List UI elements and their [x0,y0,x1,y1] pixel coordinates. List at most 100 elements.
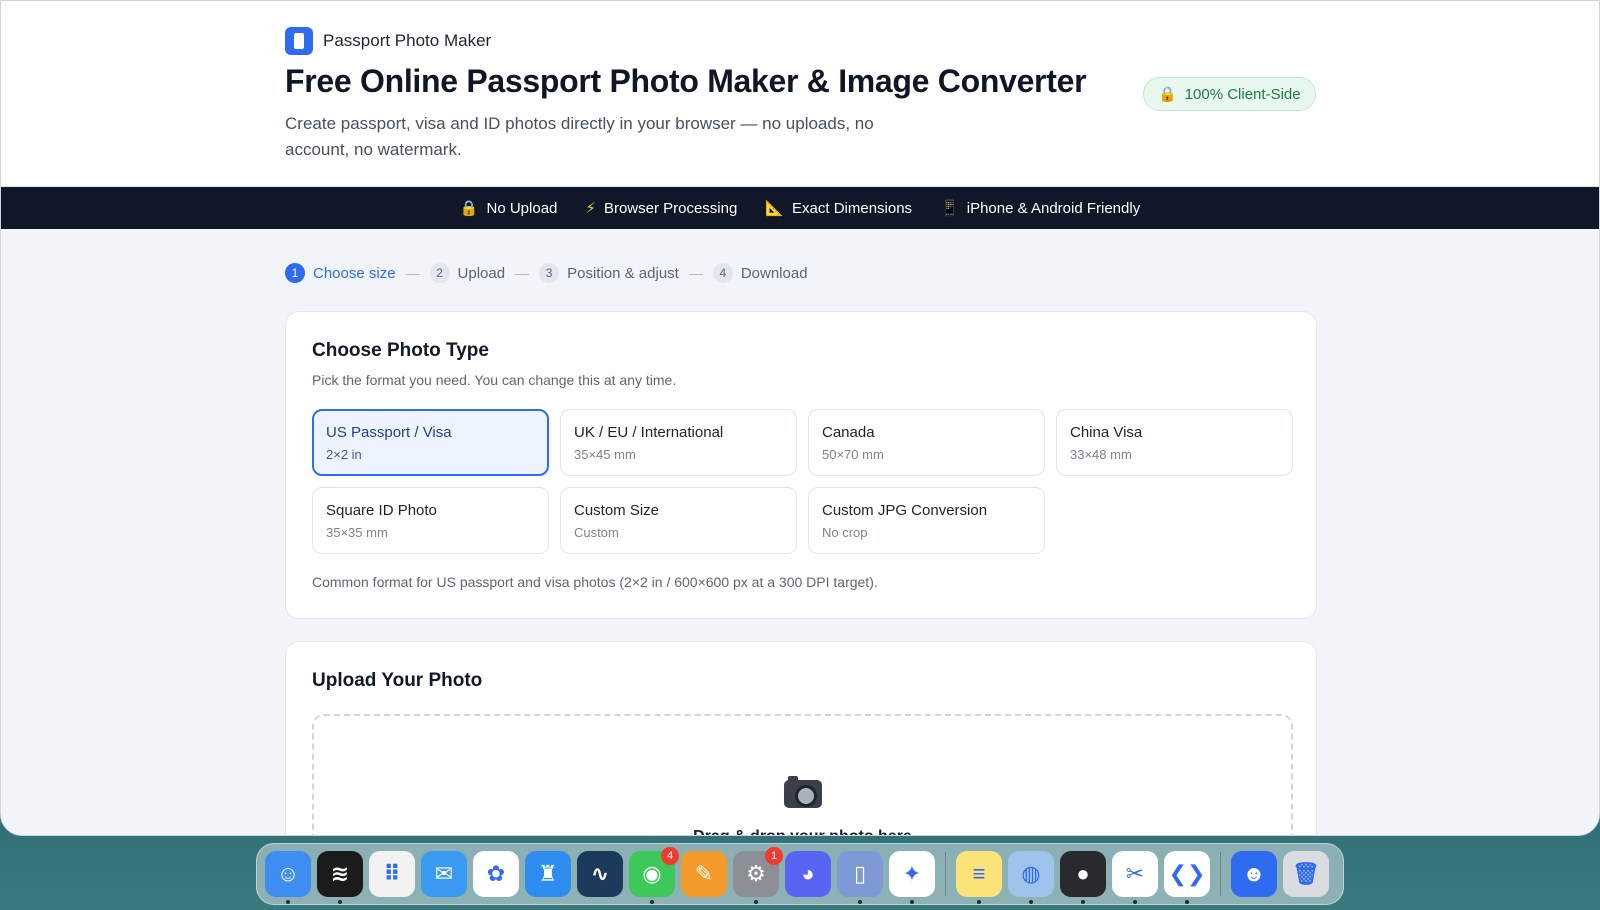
running-indicator [910,900,914,904]
dock-app-glyph: ◕ [801,861,815,886]
upload-card: Upload Your Photo Drag & drop your photo… [285,641,1317,835]
option-name: Custom JPG Conversion [822,502,988,519]
dock-app-glyph: ✎ [694,861,714,886]
photo-dropzone[interactable]: Drag & drop your photo here [312,714,1293,835]
notification-badge: 4 [661,847,679,865]
dock-app-glyph: ☺ [276,861,300,886]
step-position-adjust[interactable]: 3 Position & adjust [539,263,679,283]
step-separator: — [515,265,530,281]
step-label: Position & adjust [567,264,679,282]
option-us-passport-visa[interactable]: US Passport / Visa 2×2 in [312,409,549,476]
option-name: Custom Size [574,502,660,519]
browser-window: Passport Photo Maker Free Online Passpor… [0,0,1600,836]
step-separator: — [405,265,420,281]
capcut-icon[interactable]: ✂ [1112,851,1158,904]
option-size: 33×48 mm [1070,447,1132,462]
dock-app-glyph: ▯ [853,861,867,886]
step-label: Download [740,264,808,282]
dock-app-glyph: ≡ [972,861,986,886]
option-size: 35×35 mm [326,525,388,540]
step-label: Upload [457,264,506,282]
option-size: Custom [574,525,619,540]
step-label: Choose size [313,264,396,282]
system-settings-icon[interactable]: ⚙ 1 [733,847,783,904]
feature-mobile-friendly: 📱 iPhone & Android Friendly [940,199,1141,218]
screen-recorder-icon[interactable]: ● [1060,851,1106,904]
phone-icon: 📱 [940,200,959,217]
feature-bar: 🔒 No Upload ⚡ Browser Processing 📐 Exact… [1,187,1599,229]
contacts-icon[interactable]: ☻ [1231,851,1277,897]
step-download[interactable]: 4 Download [712,263,808,283]
preview-icon[interactable]: ◍ [1008,851,1054,904]
feature-label: Exact Dimensions [792,199,913,217]
dock-app-glyph: 🗑 [1292,861,1320,886]
client-side-badge-label: 100% Client-Side [1184,85,1301,103]
freeform-icon[interactable]: ∿ [577,851,623,897]
safari-icon[interactable]: ✦ [889,851,935,904]
camera-icon [784,776,822,808]
spotify-icon[interactable]: ≋ [317,851,363,904]
notes-icon[interactable]: ≡ [956,851,1002,904]
dock-app-glyph: ● [1076,861,1090,886]
dock-app-glyph: ✦ [902,861,922,886]
option-size: 2×2 in [326,447,362,462]
option-name: UK / EU / International [574,424,724,441]
lock-icon: 🔒 [1158,86,1177,103]
notification-badge: 1 [765,847,783,865]
launchpad-icon[interactable]: ⠿ [369,851,415,897]
option-name: Square ID Photo [326,502,437,519]
option-size: No crop [822,525,868,540]
feature-no-upload: 🔒 No Upload [460,199,558,218]
option-canada[interactable]: Canada 50×70 mm [808,409,1045,476]
option-square-id-photo[interactable]: Square ID Photo 35×35 mm [312,487,549,554]
photo-type-title: Choose Photo Type [312,340,489,361]
pages-icon[interactable]: ✎ [681,851,727,897]
running-indicator [650,900,654,904]
page-subtitle: Create passport, visa and ID photos dire… [285,114,874,159]
photos-icon[interactable]: ✿ [473,851,519,897]
option-uk-eu-international[interactable]: UK / EU / International 35×45 mm [560,409,797,476]
running-indicator [977,900,981,904]
dock-app-glyph: ⠿ [383,861,401,886]
option-name: China Visa [1070,424,1143,441]
photo-type-subtitle: Pick the format you need. You can change… [312,372,677,388]
simulator-icon[interactable]: ▯ [837,851,883,904]
feature-browser-processing: ⚡ Browser Processing [585,199,737,218]
macos-dock: ☺ ≋ ⠿ ✉ ✿ ♜ ∿ ◉ 4 ✎ ⚙ 1 ◕ ▯ ✦ ≡ ◍ ● ✂ ❮❯ ☻ 🗑 [256,843,1344,905]
running-indicator [1029,900,1033,904]
dock-app-glyph: ✿ [486,861,506,886]
step-upload[interactable]: 2 Upload [429,263,506,283]
step-number: 4 [712,263,733,283]
ruler-triangle-icon: 📐 [765,200,785,217]
feature-label: No Upload [486,199,558,217]
option-name: US Passport / Visa [326,424,452,441]
step-choose-size[interactable]: 1 Choose size [285,263,396,283]
step-number: 1 [285,263,305,283]
trash-icon[interactable]: 🗑 [1283,851,1329,897]
dock-app-glyph: ❮❯ [1168,861,1206,886]
keynote-icon[interactable]: ♜ [525,851,571,897]
messages-icon[interactable]: ◉ 4 [629,847,679,904]
dock-app-glyph: ≋ [330,861,350,886]
option-size: 35×45 mm [574,447,636,462]
option-size: 50×70 mm [822,447,884,462]
dropzone-text: Drag & drop your photo here [314,828,1291,835]
feature-label: iPhone & Android Friendly [966,199,1141,217]
option-custom-size[interactable]: Custom Size Custom [560,487,797,554]
photo-type-options: US Passport / Visa 2×2 in UK / EU / Inte… [312,409,1293,554]
option-custom-jpg-conversion[interactable]: Custom JPG Conversion No crop [808,487,1045,554]
running-indicator [1133,900,1137,904]
dock-divider [1220,852,1221,896]
dock-divider [945,852,946,896]
dock-app-glyph: ◍ [1021,861,1041,886]
vscode-icon[interactable]: ❮❯ [1164,851,1210,904]
finder-icon[interactable]: ☺ [265,851,311,904]
feature-exact-dimensions: 📐 Exact Dimensions [765,199,913,218]
running-indicator [1081,900,1085,904]
option-china-visa[interactable]: China Visa 33×48 mm [1056,409,1293,476]
brand-logo-icon [285,27,313,55]
mail-icon[interactable]: ✉ [421,851,467,897]
discord-icon[interactable]: ◕ [785,851,831,897]
running-indicator [286,900,290,904]
brand[interactable]: Passport Photo Maker [285,27,491,55]
